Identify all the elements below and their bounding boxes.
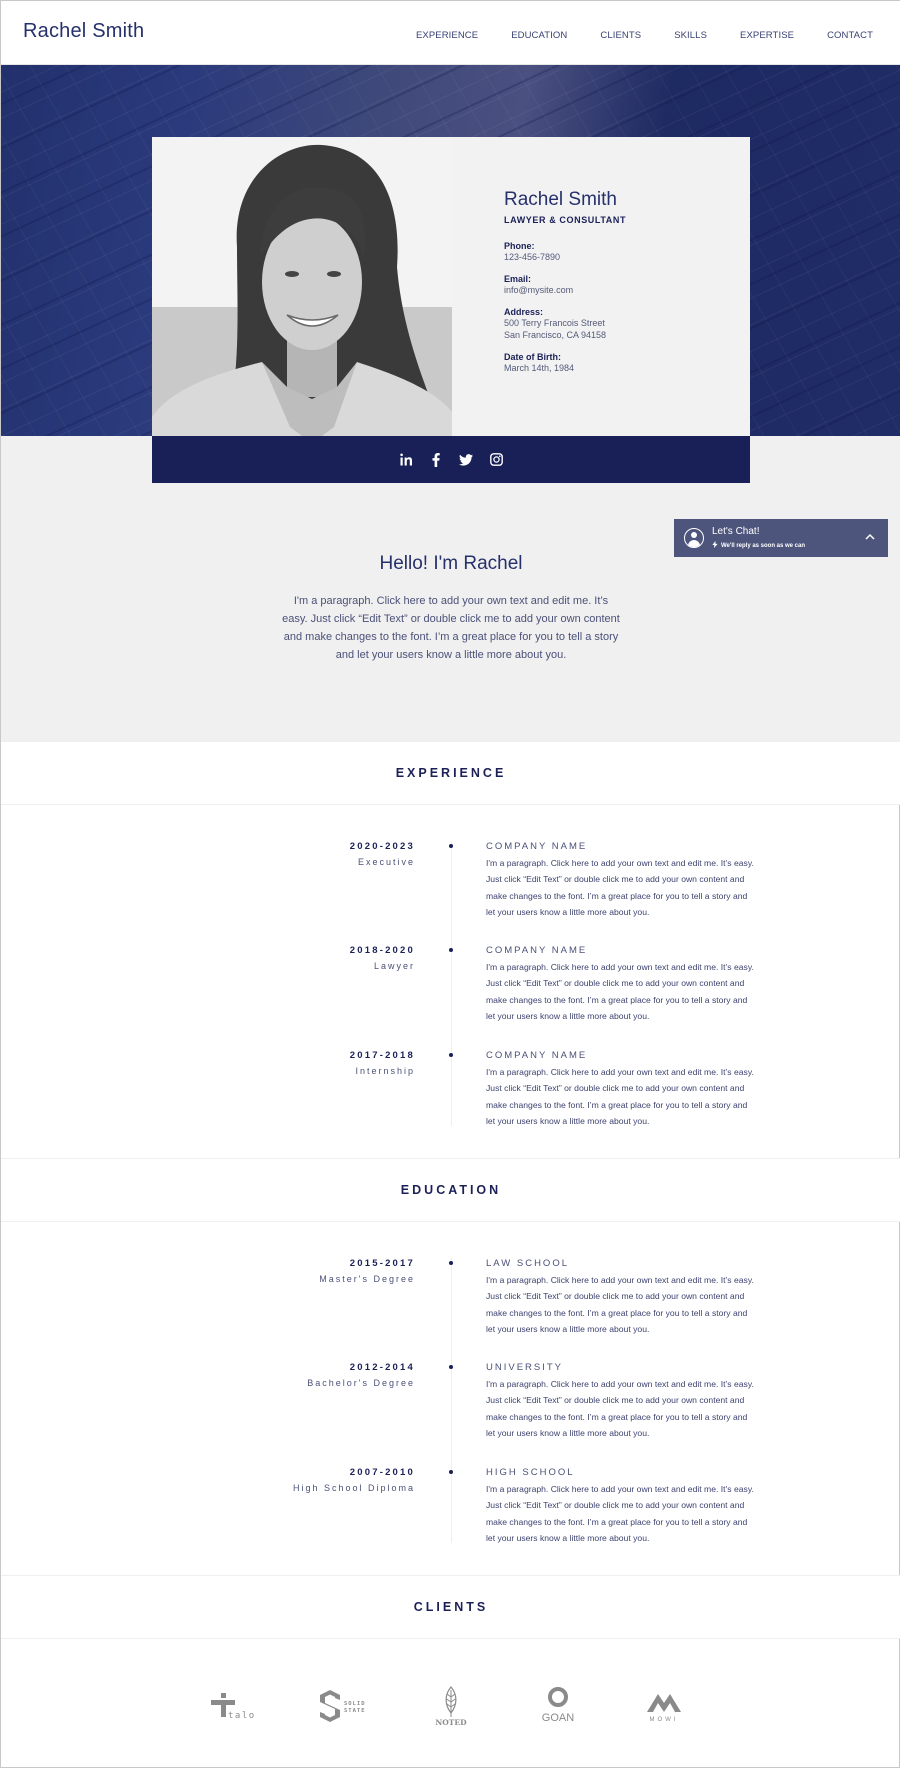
education-years: 2012-2014 — [349, 1362, 415, 1373]
clients-header: CLIENTS — [1, 1575, 900, 1639]
experience-years: 2018-2020 — [349, 945, 415, 956]
experience-header: EXPERIENCE — [1, 741, 900, 805]
lightning-icon — [712, 541, 718, 548]
client-logo-noted[interactable]: NOTED — [406, 1681, 496, 1731]
nav-experience[interactable]: EXPERIENCE — [416, 30, 478, 41]
address-value: 500 Terry Francois Street San Francisco,… — [504, 317, 626, 341]
site-header: Rachel Smith EXPERIENCE EDUCATION CLIENT… — [1, 1, 900, 65]
dob-value: March 14th, 1984 — [504, 363, 575, 373]
chevron-up-icon[interactable] — [864, 531, 876, 543]
goan-logo-icon: GOAN — [542, 1687, 574, 1724]
experience-title: EXPERIENCE — [395, 766, 507, 780]
twitter-icon[interactable] — [458, 452, 474, 468]
client-logo-talo[interactable]: talo — [194, 1681, 284, 1731]
education-school: HIGH SCHOOL — [486, 1467, 575, 1478]
education-description: I'm a paragraph. Click here to add your … — [486, 1379, 754, 1438]
phone-label: Phone: — [504, 241, 535, 251]
mowi-logo-icon: MOWI — [647, 1694, 681, 1723]
education-degree: Master's Degree — [319, 1274, 415, 1284]
client-logo-mowi[interactable]: MOWI — [619, 1681, 709, 1731]
talo-logo-icon: talo — [211, 1693, 256, 1721]
experience-description: I'm a paragraph. Click here to add your … — [486, 962, 754, 1021]
noted-wordmark: NOTED — [435, 1718, 467, 1726]
profile-photo — [152, 137, 452, 436]
talo-wordmark: talo — [228, 1711, 256, 1721]
solid-state-logo-icon: SOLID STATE — [320, 1690, 366, 1722]
site-logo[interactable]: Rachel Smith — [23, 20, 144, 43]
nav-contact[interactable]: CONTACT — [827, 30, 873, 41]
education-description: I'm a paragraph. Click here to add your … — [486, 1484, 754, 1543]
education-school: LAW SCHOOL — [486, 1258, 569, 1269]
timeline-dot — [449, 1053, 453, 1057]
client-logo-solid-state[interactable]: SOLID STATE — [301, 1681, 391, 1731]
education-description: I'm a paragraph. Click here to add your … — [486, 1275, 754, 1334]
client-logos: talo SOLID STATE NOTED GOAN MOWI — [1, 1681, 900, 1761]
education-degree: High School Diploma — [292, 1483, 415, 1493]
timeline-dot — [449, 948, 453, 952]
experience-description: I'm a paragraph. Click here to add your … — [486, 858, 754, 917]
experience-company: COMPANY NAME — [486, 945, 588, 956]
solid-wordmark: SOLID — [344, 1701, 366, 1707]
main-nav: EXPERIENCE EDUCATION CLIENTS SKILLS EXPE… — [383, 30, 873, 41]
email-label: Email: — [504, 274, 532, 284]
client-logo-goan[interactable]: GOAN — [513, 1681, 603, 1731]
clients-title: CLIENTS — [413, 1600, 489, 1614]
experience-role: Internship — [355, 1066, 415, 1076]
nav-expertise[interactable]: EXPERTISE — [740, 30, 794, 41]
experience-role: Lawyer — [373, 961, 415, 971]
profile-role: LAWYER & CONSULTANT — [504, 215, 627, 225]
experience-timeline-line — [451, 841, 452, 1126]
goan-wordmark: GOAN — [542, 1712, 574, 1724]
address-label: Address: — [504, 307, 544, 317]
education-school: UNIVERSITY — [486, 1362, 564, 1373]
experience-years: 2017-2018 — [349, 1050, 415, 1061]
chat-subtitle-text: We'll reply as soon as we can — [721, 543, 806, 549]
timeline-dot — [449, 844, 453, 848]
experience-years: 2020-2023 — [349, 841, 415, 852]
noted-leaf-logo-icon: NOTED — [435, 1686, 467, 1726]
timeline-dot — [449, 1470, 453, 1474]
nav-clients[interactable]: CLIENTS — [600, 30, 641, 41]
user-avatar-icon — [684, 528, 704, 548]
mowi-wordmark: MOWI — [650, 1717, 679, 1723]
education-timeline-line — [451, 1258, 452, 1543]
phone-value: 123-456-7890 — [504, 252, 561, 262]
timeline-dot — [449, 1261, 453, 1265]
profile-name: Rachel Smith — [504, 189, 617, 210]
experience-description: I'm a paragraph. Click here to add your … — [486, 1067, 754, 1126]
address-line-1: 500 Terry Francois Street — [504, 318, 605, 328]
email-value[interactable]: info@mysite.com — [504, 284, 626, 296]
experience-role: Executive — [357, 857, 415, 867]
address-line-2: San Francisco, CA 94158 — [504, 330, 607, 340]
social-bar — [152, 436, 750, 483]
experience-company: COMPANY NAME — [486, 1050, 588, 1061]
intro-paragraph: I'm a paragraph. Click here to add your … — [282, 595, 620, 661]
chat-widget[interactable]: Let's Chat! We'll reply as soon as we ca… — [674, 519, 888, 557]
timeline-dot — [449, 1365, 453, 1369]
nav-education[interactable]: EDUCATION — [511, 30, 567, 41]
education-title: EDUCATION — [400, 1183, 502, 1197]
linkedin-icon[interactable] — [398, 452, 414, 468]
nav-skills[interactable]: SKILLS — [674, 30, 707, 41]
education-header: EDUCATION — [1, 1158, 900, 1222]
education-years: 2007-2010 — [349, 1467, 415, 1478]
chat-subtitle: We'll reply as soon as we can — [712, 541, 805, 549]
education-degree: Bachelor's Degree — [307, 1378, 415, 1388]
education-years: 2015-2017 — [349, 1258, 415, 1269]
instagram-icon[interactable] — [488, 452, 504, 468]
dob-label: Date of Birth: — [504, 352, 561, 362]
state-wordmark: STATE — [344, 1708, 366, 1714]
experience-company: COMPANY NAME — [486, 841, 588, 852]
chat-title: Let's Chat! — [712, 526, 760, 537]
profile-info: Rachel Smith LAWYER & CONSULTANT Phone: … — [504, 189, 626, 385]
facebook-icon[interactable] — [428, 452, 444, 468]
